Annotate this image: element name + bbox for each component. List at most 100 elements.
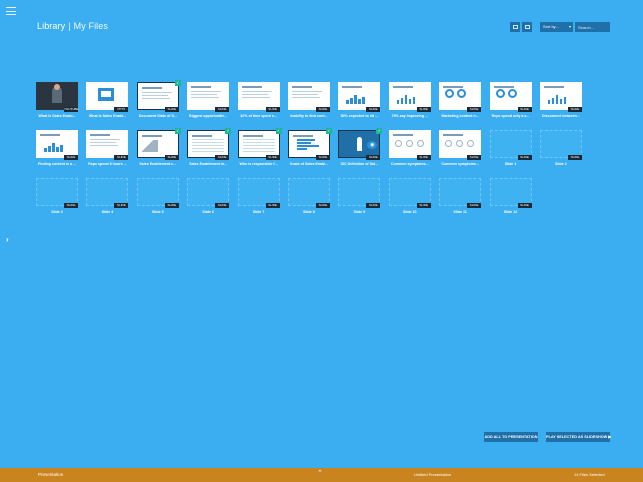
icons-thumbnail	[445, 140, 475, 147]
file-title: Sales Enablement in...	[189, 162, 228, 166]
file-type-badge: SLIDE	[265, 155, 280, 160]
file-thumbnail[interactable]	[439, 82, 482, 110]
file-thumbnail[interactable]	[388, 82, 431, 110]
grid-view-icon	[524, 25, 530, 29]
file-title: 50% expected to hit ...	[340, 114, 379, 118]
file-tile[interactable]: SLIDE Slide 3	[36, 178, 78, 220]
file-tile[interactable]: SLIDE Slide 8	[287, 178, 330, 220]
file-tile[interactable]: YOUTUBE What is Sales Enabl...	[36, 82, 79, 124]
file-tile[interactable]: SLIDE Slide 12	[489, 178, 532, 220]
file-thumbnail[interactable]	[287, 82, 330, 110]
file-thumbnail[interactable]	[136, 178, 179, 206]
file-title: ISC Definition of Sal...	[340, 162, 379, 166]
file-tile[interactable]: SLIDE Biggest opportunitie...	[187, 82, 230, 124]
file-thumbnail[interactable]	[489, 130, 532, 158]
file-thumbnail[interactable]	[489, 82, 532, 110]
file-tile[interactable]: SLIDE Finding content is a ...	[36, 130, 78, 172]
file-tile[interactable]: SLIDE Slide 4	[86, 178, 129, 220]
file-tile[interactable]: SLIDE Slide 1	[489, 130, 532, 172]
file-tile[interactable]: PPTX What is Sales Enabl...	[86, 82, 129, 124]
file-thumbnail[interactable]	[287, 130, 330, 158]
file-thumbnail[interactable]	[136, 130, 179, 158]
file-thumbnail[interactable]	[86, 130, 129, 158]
file-tile[interactable]: SLIDE Disconnect between...	[539, 82, 582, 124]
file-tile[interactable]: ✓ SLIDE Sales Enablement in...	[187, 128, 232, 172]
footer-presentation-label[interactable]: Presentation	[38, 468, 63, 482]
file-tile[interactable]: SLIDE Reps spend 8 hours ...	[86, 130, 129, 172]
list-view-button[interactable]	[510, 22, 520, 32]
file-thumbnail[interactable]	[388, 130, 431, 158]
file-tile[interactable]: ✓ SLIDE Document State of S...	[136, 80, 181, 124]
play-selected-slideshow-button[interactable]: PLAY SELECTED AS SLIDESHOW ▶	[546, 432, 611, 442]
file-thumbnail[interactable]	[539, 130, 582, 158]
selected-check-icon: ✓	[174, 80, 181, 86]
file-type-badge: SLIDE	[416, 203, 431, 208]
file-thumbnail[interactable]	[439, 130, 482, 158]
file-type-badge: SLIDE	[467, 155, 482, 160]
file-title: Who is responsible f...	[239, 162, 278, 166]
file-tile[interactable]: SLIDE Slide 9	[338, 178, 381, 220]
file-thumbnail[interactable]	[36, 178, 78, 206]
file-tile[interactable]: SLIDE 79% say improving ...	[388, 82, 431, 124]
file-type-badge: SLIDE	[265, 203, 280, 208]
add-all-to-presentation-button[interactable]: ADD ALL TO PRESENTATION	[484, 432, 538, 442]
bar-chart-thumbnail	[44, 143, 63, 152]
file-thumbnail[interactable]	[287, 178, 330, 206]
file-title: Slide 3	[51, 210, 63, 214]
file-thumbnail[interactable]	[439, 178, 482, 206]
table-thumbnail	[192, 139, 225, 153]
file-thumbnail[interactable]	[86, 178, 129, 206]
file-title: Common symptoms...	[390, 162, 429, 166]
file-tile[interactable]: SLIDE Slide 11	[439, 178, 482, 220]
file-thumbnail[interactable]	[338, 178, 381, 206]
file-thumbnail[interactable]	[237, 82, 280, 110]
file-thumbnail[interactable]	[187, 178, 230, 206]
file-thumbnail[interactable]	[539, 82, 582, 110]
file-type-badge: SLIDE	[467, 107, 482, 112]
file-thumbnail[interactable]	[86, 82, 129, 110]
file-thumbnail[interactable]	[187, 82, 230, 110]
file-thumbnail[interactable]	[237, 130, 280, 158]
file-tile[interactable]: ✓ SLIDE Sales Enablement c...	[136, 128, 181, 172]
file-tile[interactable]: ✓ SLIDE Goals of Sales Enabl...	[287, 128, 332, 172]
file-thumbnail[interactable]	[489, 178, 532, 206]
file-tile[interactable]: SLIDE Slide 5	[136, 178, 179, 220]
file-type-badge: PPTX	[114, 107, 129, 112]
donut-chart-thumbnail	[445, 89, 455, 98]
expand-sidebar-chevron-icon[interactable]: ›	[6, 235, 9, 244]
hamburger-menu-icon[interactable]	[6, 7, 16, 15]
file-thumbnail[interactable]	[338, 82, 381, 110]
file-title: Slide 8	[303, 210, 315, 214]
file-title: Slide 4	[101, 210, 114, 214]
file-thumbnail[interactable]: ◉	[338, 130, 381, 158]
file-tile[interactable]: SLIDE Marketing content n...	[439, 82, 482, 124]
file-title: Slide 5	[151, 210, 164, 214]
sort-dropdown[interactable]: Sort by...	[540, 22, 573, 32]
file-tile[interactable]: SLIDE 50% expected to hit ...	[338, 82, 381, 124]
file-thumbnail[interactable]	[187, 130, 230, 158]
file-tile[interactable]: SLIDE Common symptoms...	[439, 130, 482, 172]
file-title: Slide 7	[252, 210, 265, 214]
file-tile[interactable]: SLIDE Slide 10	[388, 178, 431, 220]
file-tile[interactable]: SLIDE Slide 2	[539, 130, 582, 172]
file-tile[interactable]: SLIDE Slide 6	[187, 178, 230, 220]
file-thumbnail[interactable]	[36, 130, 78, 158]
file-thumbnail[interactable]	[36, 82, 78, 110]
file-tile[interactable]: ◉ ✓ SLIDE ISC Definition of Sal...	[338, 128, 383, 172]
file-tile[interactable]: ✓ SLIDE Who is responsible f...	[237, 128, 282, 172]
file-tile[interactable]: SLIDE Slide 7	[237, 178, 280, 220]
file-thumbnail[interactable]	[136, 82, 179, 110]
file-tile[interactable]: SLIDE Common symptoms...	[388, 130, 431, 172]
file-tile[interactable]: SLIDE Reps spend only a s...	[489, 82, 532, 124]
file-tile[interactable]: SLIDE Inability to find cont...	[287, 82, 330, 124]
file-thumbnail[interactable]	[237, 178, 280, 206]
selected-check-icon: ✓	[275, 128, 282, 134]
file-tile[interactable]: SLIDE 32% of time spent s...	[237, 82, 280, 124]
file-title: Marketing content n...	[441, 114, 479, 118]
grid-view-button[interactable]	[522, 22, 532, 32]
expand-up-chevron-icon[interactable]: ⌃	[317, 469, 323, 477]
file-thumbnail[interactable]	[388, 178, 431, 206]
file-title: What is Sales Enabl...	[88, 114, 126, 118]
search-input[interactable]	[575, 22, 610, 32]
file-title: Slide 12	[503, 210, 518, 214]
